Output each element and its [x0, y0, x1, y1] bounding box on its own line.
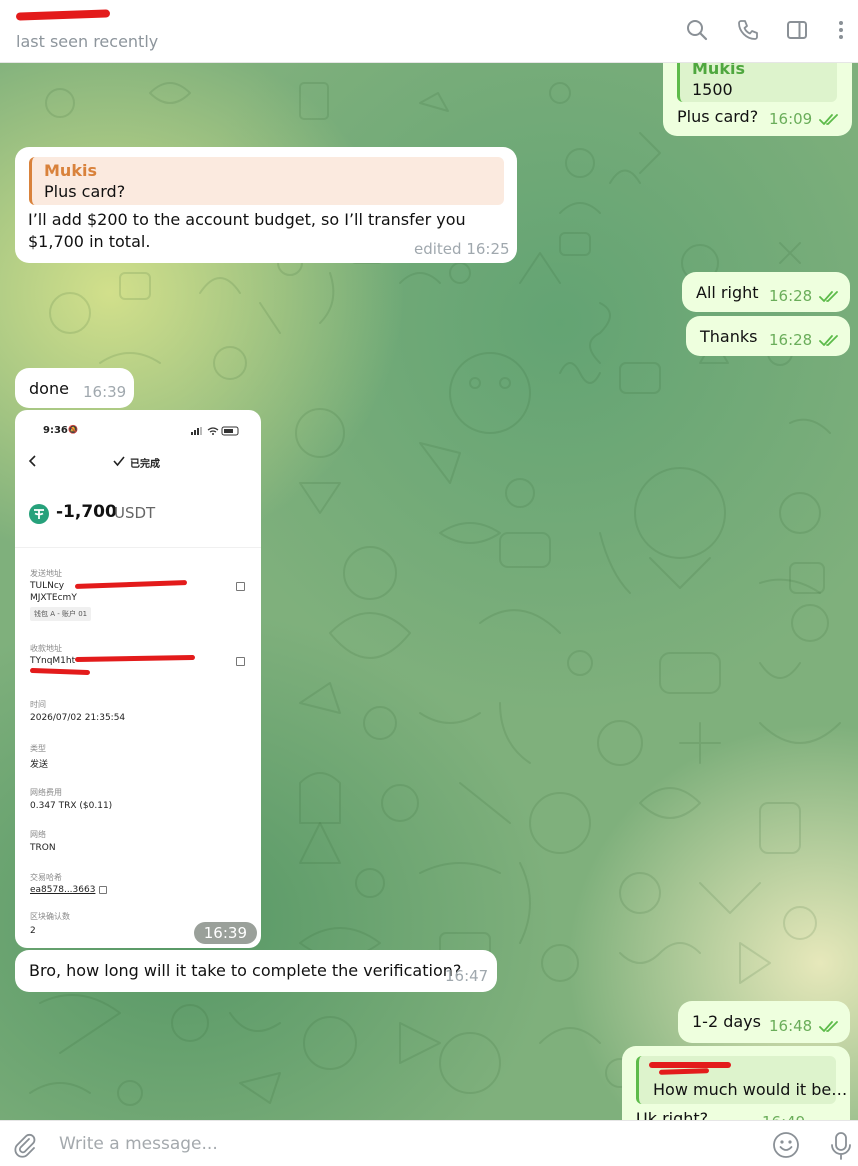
message-text: Bro, how long will it take to complete t…: [29, 961, 462, 980]
reply-author: Mukis: [44, 161, 97, 180]
reply-quote[interactable]: Mukis Plus card?: [29, 157, 504, 205]
attach-icon[interactable]: [12, 1132, 38, 1158]
tether-icon: [29, 504, 49, 524]
message-outgoing[interactable]: Thanks 16:28: [686, 316, 850, 356]
double-check-icon: [819, 1021, 838, 1032]
chat-area[interactable]: Mukis 1500 Plus card? 16:09 Mukis Plus c…: [0, 63, 858, 1120]
message-input[interactable]: Write a message...: [59, 1134, 218, 1154]
type-label: 类型: [30, 744, 46, 753]
message-incoming[interactable]: Mukis Plus card? I’ll add $200 to the ac…: [15, 147, 517, 263]
message-outgoing[interactable]: Mukis 1500 Plus card? 16:09: [663, 63, 852, 136]
confirmations-value: 2: [30, 926, 36, 936]
reply-author: Mukis: [692, 63, 745, 78]
contact-name-redacted[interactable]: [15, 6, 111, 22]
message-text: All right: [696, 283, 759, 302]
photo-message-transaction-screenshot[interactable]: 9:36 🔕 已完成 -1,700 USDT 发送地址 TULNcy MJXTE…: [15, 410, 261, 948]
message-input-bar: Write a message...: [0, 1120, 858, 1166]
message-incoming[interactable]: Bro, how long will it take to complete t…: [15, 950, 497, 992]
message-time: 16:28: [769, 331, 813, 349]
from-address-label: 发送地址: [30, 569, 62, 578]
message-outgoing[interactable]: All right 16:28: [682, 272, 850, 312]
emoji-icon[interactable]: [772, 1131, 800, 1159]
divider: [15, 547, 261, 548]
check-icon: [113, 456, 125, 467]
search-icon[interactable]: [684, 17, 710, 43]
redaction-mark: [74, 654, 196, 663]
type-value: 发送: [30, 760, 49, 770]
redaction-mark: [649, 1062, 731, 1068]
phone-icon[interactable]: [735, 17, 761, 43]
status-icons: [191, 426, 239, 436]
copy-icon[interactable]: [236, 582, 245, 591]
mute-icon: 🔕: [68, 425, 78, 434]
redaction-mark: [15, 9, 111, 21]
message-time: 16:49: [762, 1112, 805, 1120]
chat-header: last seen recently: [0, 0, 858, 63]
from-address-line2: MJXTEcmY: [30, 593, 77, 603]
redaction-mark: [74, 580, 188, 589]
message-time: edited 16:25: [414, 240, 510, 258]
copy-icon[interactable]: [236, 657, 245, 666]
hash-value[interactable]: ea8578...3663: [30, 885, 95, 895]
reply-text: 1500: [692, 79, 733, 99]
sidebar-icon[interactable]: [784, 17, 810, 43]
more-icon[interactable]: [828, 17, 854, 43]
redaction-mark: [29, 667, 91, 676]
double-check-icon: [819, 335, 838, 346]
reply-text: How much would it be…: [653, 1080, 848, 1099]
fee-value: 0.347 TRX ($0.11): [30, 801, 113, 811]
message-time: 16:28: [769, 287, 813, 305]
status-time: 9:36: [43, 425, 68, 436]
message-text: Uk right?: [636, 1109, 709, 1120]
message-text: Thanks: [700, 327, 758, 346]
network-value: TRON: [30, 843, 56, 853]
double-check-icon: [819, 291, 838, 302]
transfer-currency: USDT: [114, 504, 156, 522]
wallet-tag: 钱包 A - 账户 01: [30, 607, 92, 621]
time-label: 时间: [30, 700, 46, 709]
reply-text: Plus card?: [44, 181, 126, 201]
message-time: 16:09: [769, 110, 813, 128]
mic-icon[interactable]: [828, 1131, 854, 1161]
hash-label: 交易哈希: [30, 873, 62, 882]
back-icon[interactable]: [28, 455, 38, 467]
message-time: 16:39: [193, 922, 257, 944]
message-text: Plus card?: [677, 107, 759, 126]
reply-quote[interactable]: Mukis 1500: [677, 63, 837, 102]
from-address-line1: TULNcy: [30, 581, 65, 591]
to-address-line1: TYnqM1ht: [30, 656, 76, 666]
fee-label: 网络费用: [30, 788, 62, 797]
copy-icon[interactable]: [99, 886, 107, 894]
message-time: 16:47: [445, 967, 489, 985]
to-address-label: 收款地址: [30, 644, 62, 653]
last-seen-status: last seen recently: [16, 32, 159, 51]
redaction-mark: [658, 1068, 710, 1075]
message-time: 16:48: [769, 1017, 813, 1035]
message-outgoing[interactable]: How much would it be… Uk right? 16:49: [622, 1046, 850, 1120]
message-text: 1-2 days: [692, 1012, 761, 1031]
message-time: 16:39: [83, 383, 127, 401]
network-label: 网络: [30, 830, 46, 839]
transfer-amount: -1,700: [56, 502, 117, 522]
time-value: 2026/07/02 21:35:54: [30, 713, 126, 723]
message-incoming[interactable]: done 16:39: [15, 368, 134, 408]
screen-title: 已完成: [130, 459, 160, 470]
reply-quote[interactable]: How much would it be…: [636, 1056, 847, 1104]
confirmations-label: 区块确认数: [30, 912, 70, 921]
message-outgoing[interactable]: 1-2 days 16:48: [678, 1001, 850, 1043]
message-text: done: [29, 379, 69, 398]
double-check-icon: [819, 114, 838, 125]
